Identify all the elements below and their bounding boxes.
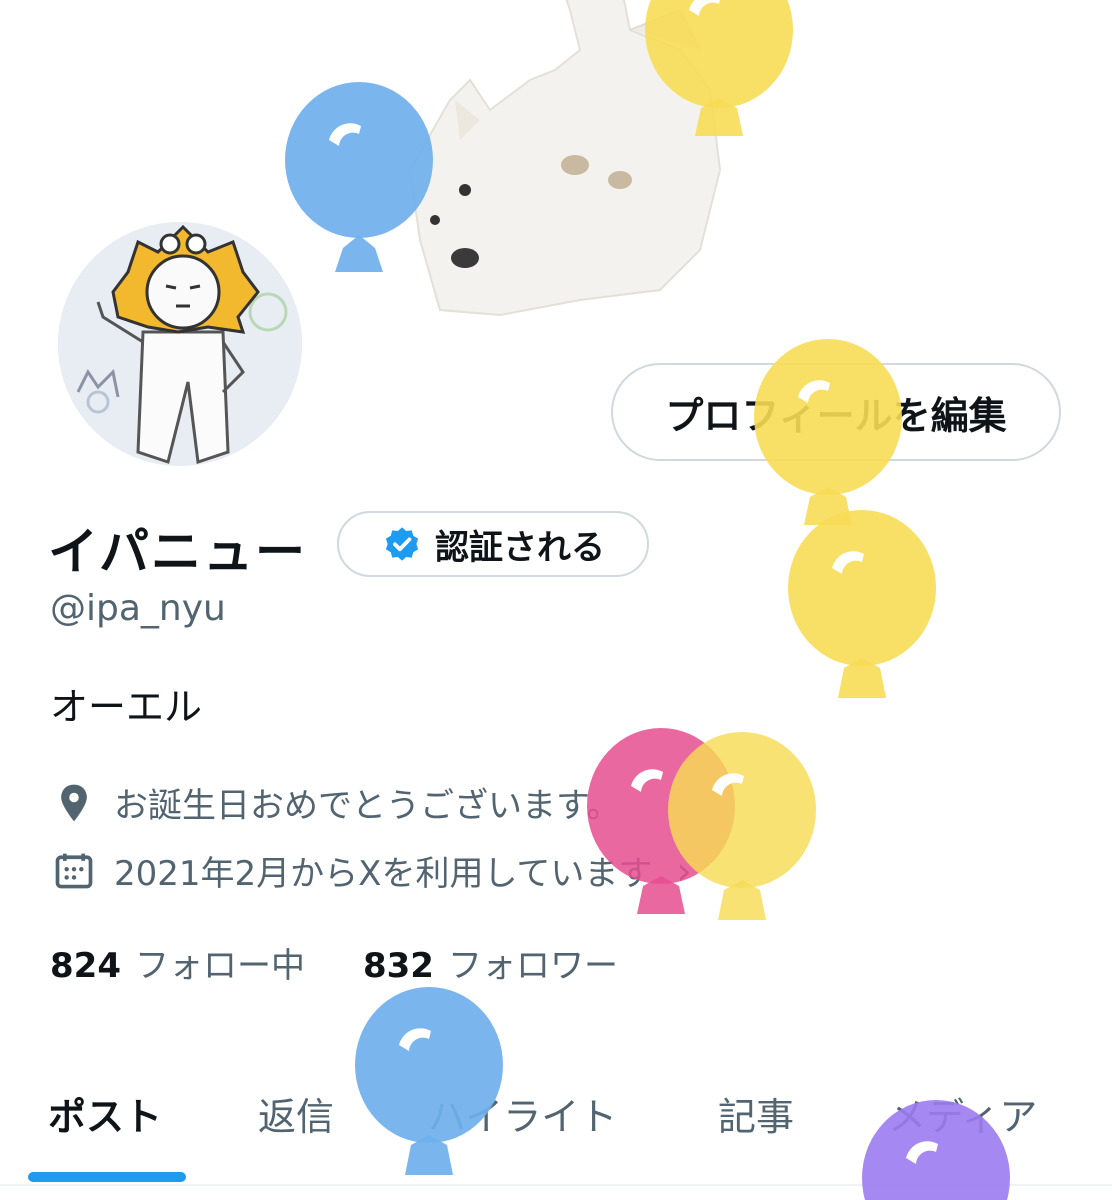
followers-count: 832	[362, 946, 434, 986]
dog-photo	[408, 0, 722, 317]
balloon-yellow-3	[788, 510, 936, 698]
bio-text: オーエル	[50, 685, 203, 729]
verified-badge-icon	[385, 527, 419, 561]
followers-link[interactable]: 832 フォロワー	[363, 938, 618, 987]
join-date-row[interactable]: 2021年2月からXを利用しています ›	[52, 846, 692, 895]
get-verified-label: 認証される	[435, 527, 605, 568]
tab-posts[interactable]: ポスト	[48, 1086, 162, 1141]
avatar-illustration	[58, 222, 302, 466]
edit-profile-button[interactable]: プロフィールを編集	[611, 363, 1061, 461]
user-handle: @ipa_nyu	[50, 588, 226, 629]
calendar-icon	[55, 853, 93, 888]
tab-highlights[interactable]: ハイライト	[428, 1086, 617, 1141]
active-tab-indicator	[28, 1172, 186, 1182]
tab-replies[interactable]: 返信	[258, 1086, 334, 1141]
join-date-text: 2021年2月からXを利用しています	[114, 854, 653, 894]
following-count: 824	[50, 946, 121, 986]
tab-articles[interactable]: 記事	[718, 1086, 794, 1141]
following-link[interactable]: 824 フォロー中	[50, 938, 305, 987]
tab-media[interactable]: メディア	[888, 1086, 1037, 1141]
map-pin-icon	[61, 784, 87, 821]
chevron-right-icon: ›	[676, 848, 692, 893]
avatar[interactable]	[52, 216, 308, 472]
followers-label: フォロワー	[447, 946, 618, 986]
tabs-divider	[0, 1184, 1112, 1186]
location-row: お誕生日おめでとうございます。	[52, 778, 621, 827]
profile-page: プロフィールを編集 イパニュー 認証される @ipa_nyu オーエル お誕生日…	[0, 0, 1112, 1200]
display-name: イパニュー	[48, 523, 307, 581]
following-label: フォロー中	[134, 946, 305, 986]
follow-stats: 824 フォロー中 832 フォロワー	[50, 938, 618, 987]
profile-tabs: ポスト 返信 ハイライト 記事 メディア	[0, 1080, 1112, 1200]
get-verified-button[interactable]: 認証される	[337, 511, 649, 577]
location-text: お誕生日おめでとうございます。	[114, 786, 621, 826]
